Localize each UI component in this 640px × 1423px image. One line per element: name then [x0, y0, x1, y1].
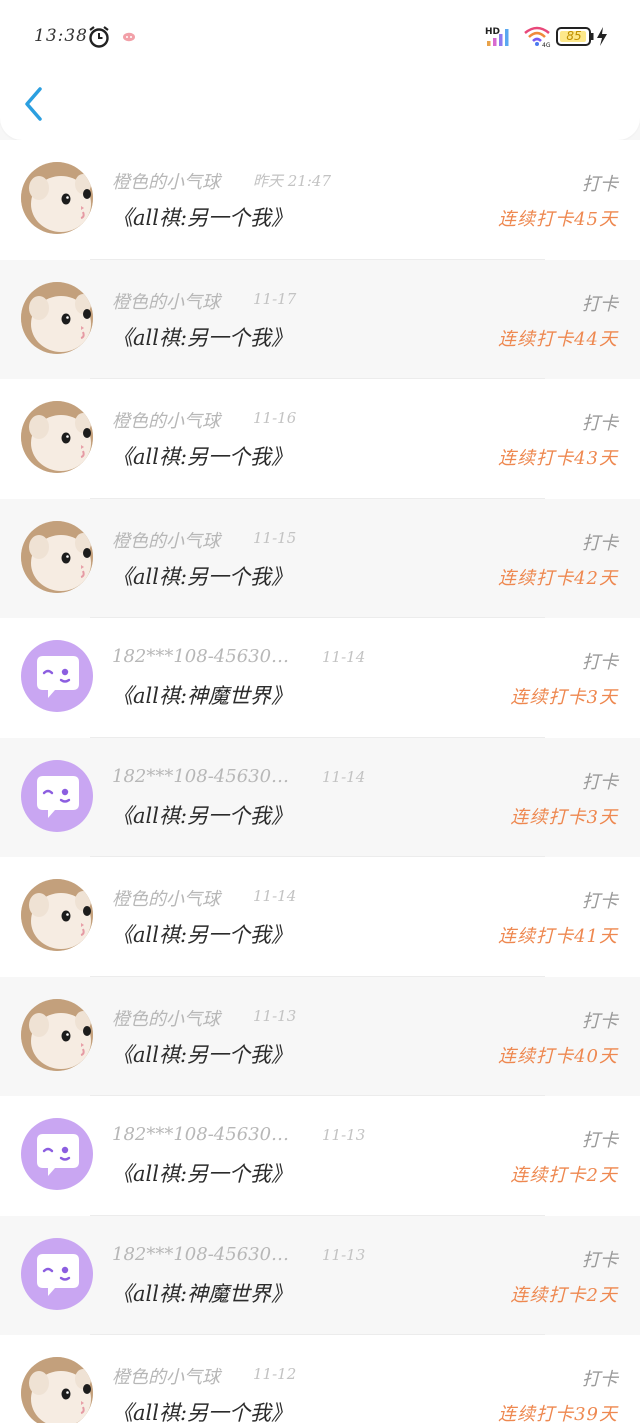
- charging-icon: [597, 27, 607, 46]
- cat-avatar[interactable]: [21, 520, 93, 593]
- book-title[interactable]: 《all祺:另一个我》: [112, 322, 292, 352]
- user-name[interactable]: 橙色的小气球: [112, 1005, 220, 1031]
- checkin-label: 打卡: [582, 413, 618, 434]
- status-bar: 13:38 HD 4G 85: [0, 0, 640, 75]
- streak-label: 连续打卡45天: [498, 209, 618, 230]
- checkin-row[interactable]: 橙色的小气球 11-12 《all祺:另一个我》 打卡连续打卡39天: [0, 1335, 640, 1423]
- checkin-row[interactable]: 182***108-45630… 11-14 《all祺:另一个我》 打卡连续打卡3天: [0, 737, 640, 857]
- chat-bubble-avatar[interactable]: [21, 640, 93, 712]
- checkin-label: 打卡: [582, 1130, 618, 1151]
- cat-avatar[interactable]: [21, 401, 93, 473]
- book-title[interactable]: 《all祺:另一个我》: [112, 800, 292, 830]
- book-title[interactable]: 《all祺:另一个我》: [112, 561, 292, 591]
- alarm-icon: [89, 26, 109, 48]
- checkin-row[interactable]: 182***108-45630… 11-14 《all祺:神魔世界》 打卡连续打卡3天: [0, 618, 640, 738]
- streak-label: 连续打卡3天: [510, 806, 618, 828]
- time-stamp: 11-13: [322, 1126, 366, 1144]
- time-stamp: 11-16: [253, 409, 297, 427]
- streak-label: 连续打卡39天: [498, 1404, 618, 1423]
- book-title[interactable]: 《all祺:另一个我》: [112, 1039, 292, 1069]
- checkin-label: 打卡: [582, 174, 618, 195]
- chat-bubble-avatar[interactable]: [21, 759, 93, 832]
- checkin-row[interactable]: 橙色的小气球 11-13 《all祺:另一个我》 打卡连续打卡40天: [0, 976, 640, 1096]
- streak-label: 连续打卡42天: [498, 567, 618, 589]
- time-stamp: 11-14: [322, 767, 366, 786]
- streak-label: 连续打卡44天: [498, 328, 618, 350]
- time-stamp: 11-17: [253, 289, 297, 308]
- hd-signal-icon: HD: [485, 27, 509, 46]
- checkin-row[interactable]: 橙色的小气球 11-15 《all祺:另一个我》 打卡连续打卡42天: [0, 498, 640, 618]
- streak-label: 连续打卡3天: [510, 687, 618, 708]
- time-stamp: 11-13: [322, 1245, 366, 1264]
- user-name[interactable]: 182***108-45630…: [112, 766, 289, 787]
- checkin-label: 打卡: [582, 1249, 618, 1271]
- time-stamp: 11-12: [253, 1365, 297, 1383]
- user-name[interactable]: 橙色的小气球: [112, 1363, 220, 1389]
- cat-avatar[interactable]: [21, 1357, 93, 1423]
- cat-avatar[interactable]: [21, 879, 93, 951]
- checkin-label: 打卡: [582, 652, 618, 673]
- svg-text:4G: 4G: [542, 42, 551, 47]
- book-title[interactable]: 《all祺:神魔世界》: [112, 680, 292, 710]
- user-name[interactable]: 182***108-45630…: [112, 1244, 289, 1265]
- battery-level: 85: [566, 29, 582, 43]
- cat-avatar[interactable]: [21, 281, 93, 354]
- checkin-feed-list: 橙色的小气球 昨天 21:47 《all祺:另一个我》 打卡 连续打卡45天 橙色的小气…: [0, 140, 640, 1423]
- checkin-label: 打卡: [582, 1369, 618, 1390]
- checkin-row[interactable]: 橙色的小气球 11-16 《all祺:另一个我》 打卡连续打卡43天: [0, 379, 640, 499]
- streak-label: 连续打卡43天: [498, 448, 618, 469]
- cat-avatar[interactable]: [21, 162, 93, 234]
- user-name[interactable]: 182***108-45630…: [112, 1124, 289, 1145]
- time-stamp: 11-14: [253, 887, 297, 905]
- user-name[interactable]: 橙色的小气球: [112, 168, 220, 194]
- time-stamp: 昨天 21:47: [253, 172, 331, 190]
- user-name[interactable]: 橙色的小气球: [112, 527, 220, 553]
- checkin-row[interactable]: 橙色的小气球 昨天 21:47 《all祺:另一个我》 打卡连续打卡45天: [0, 140, 640, 260]
- checkin-label: 打卡: [582, 1010, 618, 1032]
- checkin-row[interactable]: 橙色的小气球 11-14 《all祺:另一个我》 打卡连续打卡41天: [0, 857, 640, 977]
- book-title[interactable]: 《all祺:另一个我》: [112, 1158, 292, 1188]
- status-time: 13:38: [34, 26, 88, 46]
- book-title[interactable]: 《all祺:另一个我》: [112, 919, 292, 949]
- time-stamp: 11-13: [253, 1006, 297, 1025]
- checkin-label: 打卡: [582, 293, 618, 315]
- book-title[interactable]: 《all祺:神魔世界》: [112, 1278, 292, 1308]
- time-stamp: 11-14: [322, 648, 366, 666]
- checkin-label: 打卡: [582, 891, 618, 912]
- back-button[interactable]: [20, 84, 50, 124]
- checkin-row[interactable]: 182***108-45630… 11-13 《all祺:神魔世界》 打卡连续打卡2天: [0, 1215, 640, 1335]
- chat-bubble-avatar[interactable]: [21, 1118, 93, 1190]
- svg-text:HD: HD: [485, 27, 500, 37]
- chat-bubble-avatar[interactable]: [21, 1237, 93, 1310]
- cat-avatar[interactable]: [21, 998, 93, 1071]
- book-title[interactable]: 《all祺:另一个我》: [112, 1397, 292, 1423]
- checkin-label: 打卡: [582, 532, 618, 554]
- checkin-row[interactable]: 橙色的小气球 11-17 《all祺:另一个我》 打卡连续打卡44天: [0, 259, 640, 379]
- book-title[interactable]: 《all祺:另一个我》: [112, 202, 292, 232]
- book-title[interactable]: 《all祺:另一个我》: [112, 441, 292, 471]
- top-header: 13:38 HD 4G 85: [0, 0, 640, 140]
- user-name[interactable]: 橙色的小气球: [112, 407, 220, 433]
- user-name[interactable]: 182***108-45630…: [112, 646, 289, 667]
- streak-label: 连续打卡2天: [510, 1165, 618, 1186]
- user-name[interactable]: 橙色的小气球: [112, 288, 220, 314]
- user-name[interactable]: 橙色的小气球: [112, 885, 220, 911]
- time-stamp: 11-15: [253, 528, 297, 547]
- streak-label: 连续打卡41天: [498, 926, 618, 947]
- streak-label: 连续打卡40天: [498, 1045, 618, 1067]
- wifi-icon: 4G: [524, 26, 551, 47]
- streak-label: 连续打卡2天: [510, 1284, 618, 1306]
- checkin-label: 打卡: [582, 771, 618, 793]
- checkin-row[interactable]: 182***108-45630… 11-13 《all祺:另一个我》 打卡连续打卡2天: [0, 1096, 640, 1216]
- notification-icon: [123, 32, 135, 42]
